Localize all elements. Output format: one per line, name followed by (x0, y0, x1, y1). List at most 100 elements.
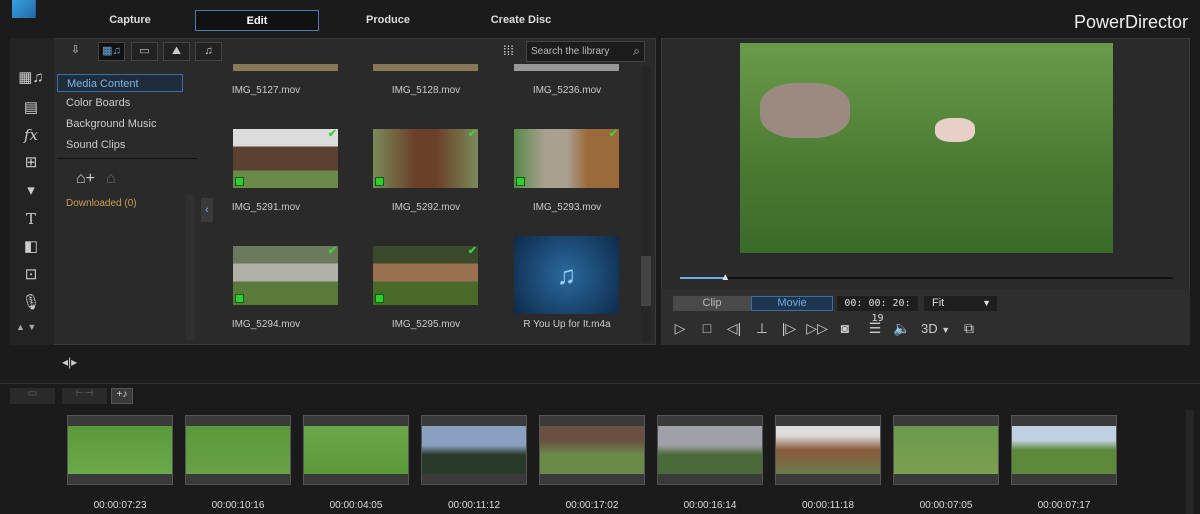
video-icon (375, 294, 384, 303)
clip-thumbnail (1012, 426, 1116, 474)
search-icon[interactable]: ⌕ (633, 42, 640, 61)
check-icon: ✔ (328, 127, 337, 140)
storyboard-clip[interactable] (1011, 415, 1117, 485)
filter-all-media-button[interactable]: ▦♫ (98, 42, 125, 61)
media-label: IMG_5295.mov (356, 319, 496, 330)
timeline-mode-button[interactable]: ▭ (10, 388, 55, 404)
transition-room-icon[interactable]: ◧ (12, 237, 50, 257)
media-thumbnail[interactable]: ✔ (233, 129, 338, 188)
split-icon[interactable]: ⊥ (751, 320, 773, 337)
chevron-down-icon: ▼ (982, 296, 991, 311)
preview-scrubber[interactable] (680, 277, 1173, 279)
chevron-down-icon: ▼ (941, 325, 950, 335)
3d-label: 3D (921, 321, 938, 336)
scroll-up-down-icon[interactable]: ▲ ▼ (16, 322, 36, 332)
clip-duration: 00:00:07:17 (1011, 500, 1117, 511)
filter-audio-button[interactable]: ♫ (195, 42, 222, 61)
text-room-icon[interactable]: T (12, 209, 50, 229)
check-icon: ✔ (468, 127, 477, 140)
storyboard-clip[interactable] (893, 415, 999, 485)
check-icon: ✔ (468, 244, 477, 257)
category-sound-clips[interactable]: Sound Clips (57, 136, 183, 154)
media-label: IMG_5293.mov (497, 202, 637, 213)
tag-downloaded[interactable]: Downloaded (0) (66, 198, 137, 209)
clip-thumbnail (422, 426, 526, 474)
tab-produce[interactable]: Produce (326, 10, 450, 31)
search-placeholder: Search the library (531, 46, 609, 57)
audio-thumbnail[interactable]: ♫ (514, 236, 619, 314)
zoom-select[interactable]: Fit▼ (924, 296, 997, 311)
timecode-display[interactable]: 00: 00: 20: 19 (837, 296, 918, 311)
storyboard-scrollbar[interactable] (1186, 410, 1194, 514)
check-icon: ✔ (609, 127, 618, 140)
media-thumbnail[interactable]: ✔ (233, 246, 338, 305)
remove-tag-icon[interactable]: ⌂ (106, 170, 116, 188)
add-music-button[interactable]: +♪ (111, 388, 133, 404)
microphone-icon[interactable]: 🎙 (12, 293, 50, 313)
view-options-icon[interactable]: ⁞⁞⁞ (503, 43, 514, 58)
media-thumbnail[interactable] (373, 64, 478, 71)
clip-thumbnail (540, 426, 644, 474)
storyboard-fit-button[interactable]: ⊢⊣ (62, 388, 107, 404)
media-room-icon[interactable]: ▦♫ (12, 68, 50, 88)
collapse-panel-button[interactable]: ‹ (201, 198, 213, 222)
filter-image-button[interactable]: ⛰ (163, 42, 190, 61)
filter-video-button[interactable]: ▭ (131, 42, 158, 61)
import-media-button[interactable]: ⇩ (62, 42, 89, 61)
media-thumbnail[interactable]: ✔ (373, 246, 478, 305)
category-media-content[interactable]: Media Content (57, 74, 183, 92)
clip-duration: 00:00:07:05 (893, 500, 999, 511)
library-scrollbar[interactable] (641, 66, 651, 342)
title-room-icon[interactable]: ▤ (12, 98, 50, 118)
video-icon (375, 177, 384, 186)
snapshot-camera-icon[interactable]: ◙ (834, 320, 856, 336)
fast-forward-icon[interactable]: ▷▷ (806, 320, 828, 337)
volume-icon[interactable]: 🔈 (891, 320, 913, 337)
category-scrollbar[interactable] (185, 195, 195, 340)
clip-thumbnail (776, 426, 880, 474)
clip-thumbnail (304, 426, 408, 474)
media-thumbnail[interactable]: ✔ (514, 129, 619, 188)
clip-duration: 00:00:11:12 (421, 500, 527, 511)
divider (57, 158, 197, 159)
fit-timeline-icon[interactable]: ◂|▸ (62, 355, 77, 369)
storyboard-clip[interactable] (775, 415, 881, 485)
chapter-room-icon[interactable]: ⊡ (12, 265, 50, 285)
media-thumbnail[interactable] (233, 64, 338, 71)
undock-preview-icon[interactable]: ⧉ (958, 320, 980, 337)
media-thumbnail[interactable]: ✔ (373, 129, 478, 188)
media-label: IMG_5292.mov (356, 202, 496, 213)
storyboard-clip[interactable] (185, 415, 291, 485)
category-color-boards[interactable]: Color Boards (57, 94, 183, 112)
storyboard-clip[interactable] (67, 415, 173, 485)
clip-mode-button[interactable]: Clip (673, 296, 751, 311)
storyboard-clip[interactable] (303, 415, 409, 485)
scrubber-handle[interactable]: ▲ (720, 272, 730, 283)
particle-room-icon[interactable]: ▾ (12, 181, 50, 201)
video-icon (516, 177, 525, 186)
tab-edit[interactable]: Edit (195, 10, 319, 31)
fx-room-icon[interactable]: fx (12, 125, 50, 145)
add-tag-icon[interactable]: ⌂+ (76, 170, 95, 188)
clip-duration: 00:00:04:05 (303, 500, 409, 511)
video-icon (235, 294, 244, 303)
clip-thumbnail (68, 426, 172, 474)
tab-capture[interactable]: Capture (68, 10, 192, 31)
tab-create-disc[interactable]: Create Disc (459, 10, 583, 31)
storyboard-clip[interactable] (539, 415, 645, 485)
storyboard-clip[interactable] (421, 415, 527, 485)
play-icon[interactable]: ▷ (669, 320, 691, 337)
previous-frame-icon[interactable]: ◁| (723, 320, 745, 337)
pip-room-icon[interactable]: ⊞ (12, 153, 50, 173)
media-label: IMG_5127.mov (213, 85, 336, 96)
media-thumbnail[interactable] (514, 64, 619, 71)
category-background-music[interactable]: Background Music (57, 115, 183, 133)
stop-icon[interactable]: □ (696, 320, 718, 336)
clip-duration: 00:00:07:23 (67, 500, 173, 511)
3d-mode-button[interactable]: 3D ▼ (921, 321, 950, 336)
subtitle-icon[interactable]: ☰ (864, 320, 886, 337)
next-frame-icon[interactable]: |▷ (778, 320, 800, 337)
movie-mode-button[interactable]: Movie (751, 296, 833, 311)
storyboard-clip[interactable] (657, 415, 763, 485)
search-input[interactable]: Search the library ⌕ (526, 41, 645, 62)
